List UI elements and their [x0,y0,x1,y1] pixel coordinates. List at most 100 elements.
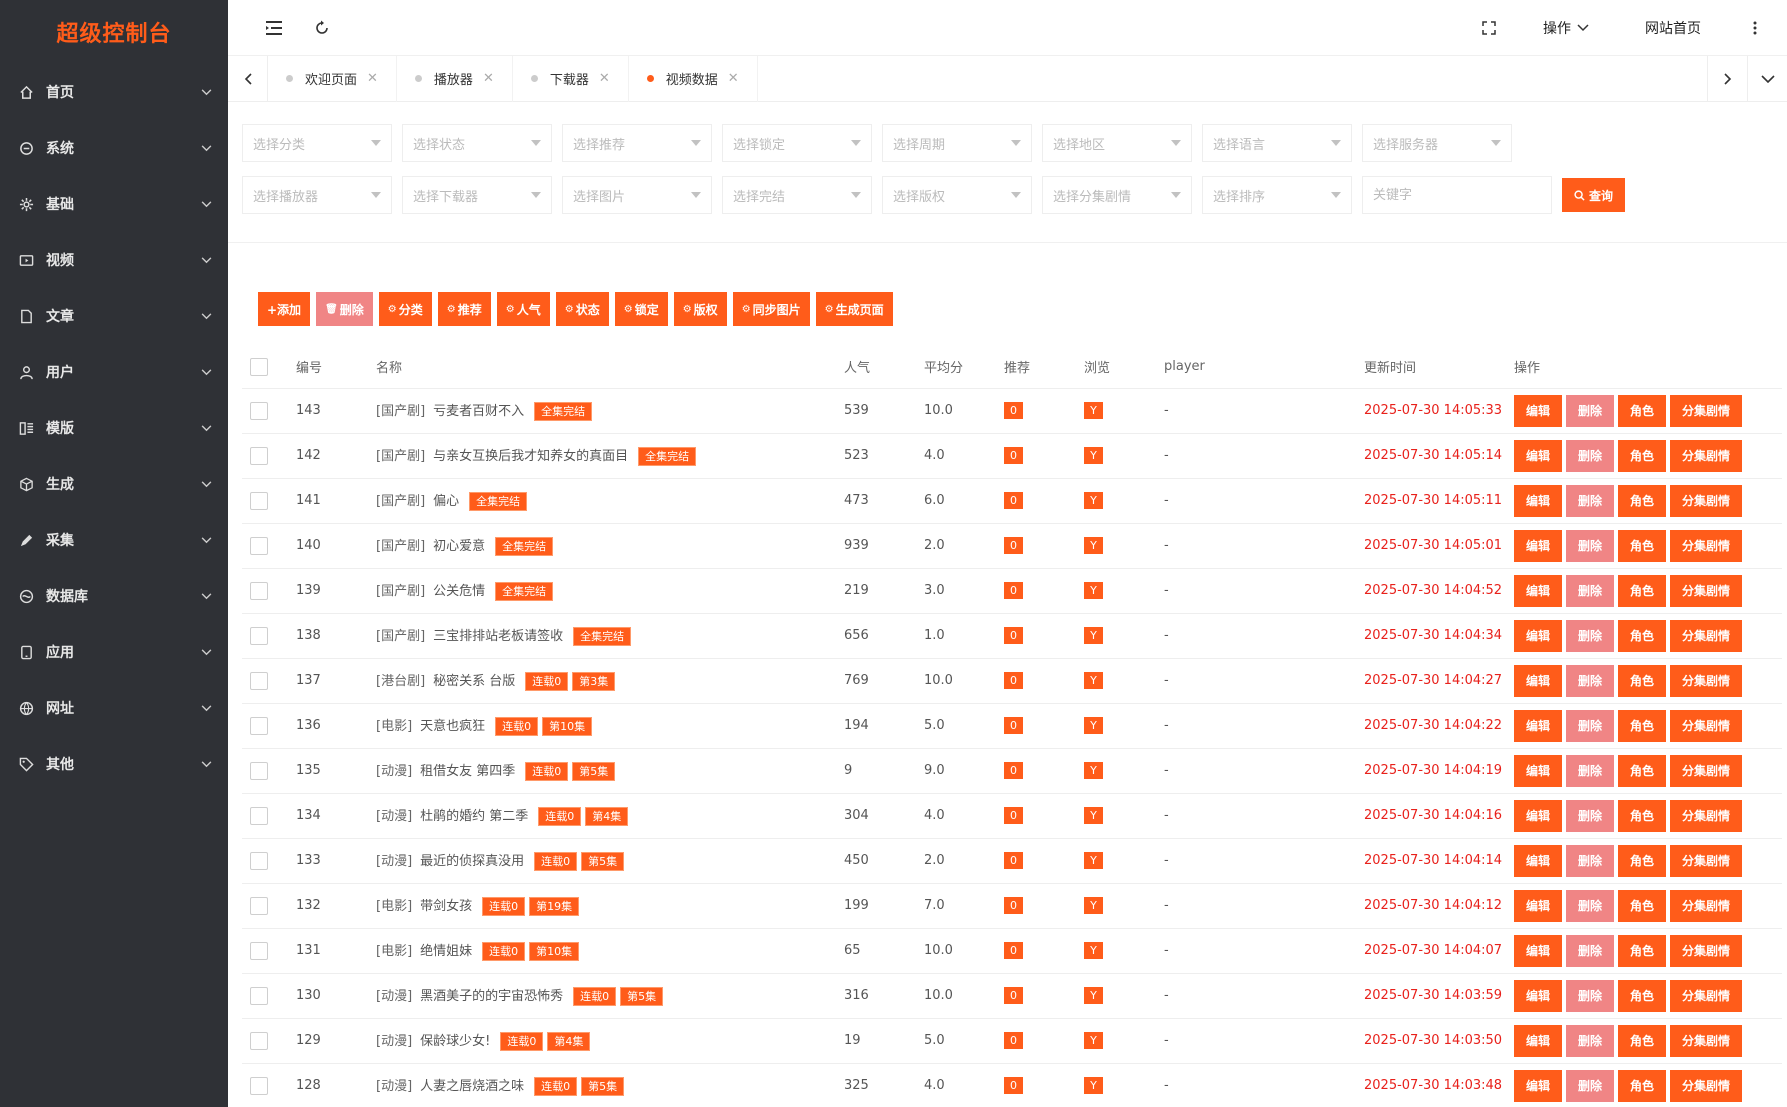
delete-button[interactable]: 删除 [1566,529,1615,562]
delete-button[interactable]: 删除 [1566,484,1615,517]
query-button[interactable]: 查询 [1562,178,1626,212]
view-badge[interactable]: Y [1084,402,1103,419]
filter-select-r1-4[interactable]: 选择周期 [882,124,1032,162]
tab-3[interactable]: 视频数据 ✕ [629,55,758,102]
sidebar-item-9[interactable]: 数据库 [0,568,228,624]
edit-button[interactable]: 编辑 [1514,529,1563,562]
filter-select-r1-3[interactable]: 选择锁定 [722,124,872,162]
edit-button[interactable]: 编辑 [1514,979,1563,1012]
tab-2[interactable]: 下载器 ✕ [513,55,629,102]
filter-select-r2-6[interactable]: 选择排序 [1202,176,1352,214]
filter-select-r1-0[interactable]: 选择分类 [242,124,392,162]
toolbar-button-6[interactable]: ⚙ 锁定 [614,292,668,326]
fullscreen-icon[interactable] [1469,8,1509,48]
filter-select-r2-2[interactable]: 选择图片 [562,176,712,214]
filter-select-r2-3[interactable]: 选择完结 [722,176,872,214]
filter-select-r2-1[interactable]: 选择下载器 [402,176,552,214]
tab-1[interactable]: 播放器 ✕ [397,55,513,102]
edit-button[interactable]: 编辑 [1514,709,1563,742]
filter-select-r2-0[interactable]: 选择播放器 [242,176,392,214]
row-checkbox[interactable] [250,536,268,555]
tab-scroll-left-icon[interactable] [228,55,268,102]
close-icon[interactable]: ✕ [728,71,739,86]
toolbar-button-4[interactable]: ⚙ 人气 [496,292,550,326]
delete-button[interactable]: 删除 [1566,934,1615,967]
filter-select-r1-5[interactable]: 选择地区 [1042,124,1192,162]
view-badge[interactable]: Y [1084,492,1103,509]
edit-button[interactable]: 编辑 [1514,1069,1563,1102]
recommend-badge[interactable]: 0 [1004,582,1023,599]
delete-button[interactable]: 删除 [1566,889,1615,922]
more-vertical-icon[interactable] [1735,8,1775,48]
view-badge[interactable]: Y [1084,447,1103,464]
delete-button[interactable]: 删除 [1566,574,1615,607]
recommend-badge[interactable]: 0 [1004,762,1023,779]
role-button[interactable]: 角色 [1618,754,1667,787]
sidebar-item-2[interactable]: 基础 [0,176,228,232]
role-button[interactable]: 角色 [1618,1024,1667,1057]
role-button[interactable]: 角色 [1618,664,1667,697]
row-checkbox[interactable] [250,446,268,465]
filter-select-r2-4[interactable]: 选择版权 [882,176,1032,214]
row-checkbox[interactable] [250,986,268,1005]
keyword-input[interactable] [1362,176,1552,214]
row-checkbox[interactable] [250,716,268,735]
filter-select-r1-1[interactable]: 选择状态 [402,124,552,162]
delete-button[interactable]: 删除 [1566,1069,1615,1102]
view-badge[interactable]: Y [1084,537,1103,554]
sidebar-item-12[interactable]: 其他 [0,736,228,792]
role-button[interactable]: 角色 [1618,889,1667,922]
edit-button[interactable]: 编辑 [1514,889,1563,922]
edit-button[interactable]: 编辑 [1514,934,1563,967]
row-checkbox[interactable] [250,671,268,690]
view-badge[interactable]: Y [1084,717,1103,734]
select-all-checkbox[interactable] [250,357,268,376]
toolbar-button-5[interactable]: ⚙ 状态 [555,292,609,326]
sidebar-item-4[interactable]: 文章 [0,288,228,344]
delete-button[interactable]: 删除 [1566,799,1615,832]
view-badge[interactable]: Y [1084,852,1103,869]
view-badge[interactable]: Y [1084,762,1103,779]
episode-plot-button[interactable]: 分集剧情 [1670,799,1743,832]
filter-select-r1-7[interactable]: 选择服务器 [1362,124,1512,162]
toolbar-button-8[interactable]: ⚙ 同步图片 [732,292,810,326]
delete-button[interactable]: 删除 [1566,709,1615,742]
row-checkbox[interactable] [250,401,268,420]
edit-button[interactable]: 编辑 [1514,754,1563,787]
delete-button[interactable]: 删除 [1566,754,1615,787]
episode-plot-button[interactable]: 分集剧情 [1670,484,1743,517]
toolbar-button-9[interactable]: ⚙ 生成页面 [815,292,893,326]
row-checkbox[interactable] [250,626,268,645]
episode-plot-button[interactable]: 分集剧情 [1670,979,1743,1012]
recommend-badge[interactable]: 0 [1004,537,1023,554]
filter-select-r2-5[interactable]: 选择分集剧情 [1042,176,1192,214]
view-badge[interactable]: Y [1084,672,1103,689]
role-button[interactable]: 角色 [1618,844,1667,877]
edit-button[interactable]: 编辑 [1514,439,1563,472]
episode-plot-button[interactable]: 分集剧情 [1670,754,1743,787]
episode-plot-button[interactable]: 分集剧情 [1670,439,1743,472]
view-badge[interactable]: Y [1084,1032,1103,1049]
sidebar-item-3[interactable]: 视频 [0,232,228,288]
sidebar-item-5[interactable]: 用户 [0,344,228,400]
delete-button[interactable]: 删除 [1566,619,1615,652]
delete-button[interactable]: 删除 [1566,394,1615,427]
sidebar-item-10[interactable]: 应用 [0,624,228,680]
filter-select-r1-2[interactable]: 选择推荐 [562,124,712,162]
refresh-icon[interactable] [302,8,342,48]
toolbar-button-3[interactable]: ⚙ 推荐 [437,292,491,326]
role-button[interactable]: 角色 [1618,979,1667,1012]
tab-menu-chevron-down-icon[interactable] [1747,55,1787,102]
edit-button[interactable]: 编辑 [1514,664,1563,697]
sidebar-item-6[interactable]: 模版 [0,400,228,456]
episode-plot-button[interactable]: 分集剧情 [1670,394,1743,427]
view-badge[interactable]: Y [1084,987,1103,1004]
sidebar-item-7[interactable]: 生成 [0,456,228,512]
episode-plot-button[interactable]: 分集剧情 [1670,664,1743,697]
recommend-badge[interactable]: 0 [1004,402,1023,419]
edit-button[interactable]: 编辑 [1514,574,1563,607]
role-button[interactable]: 角色 [1618,1069,1667,1102]
sidebar-item-8[interactable]: 采集 [0,512,228,568]
close-icon[interactable]: ✕ [599,71,610,86]
delete-button[interactable]: 删除 [1566,844,1615,877]
